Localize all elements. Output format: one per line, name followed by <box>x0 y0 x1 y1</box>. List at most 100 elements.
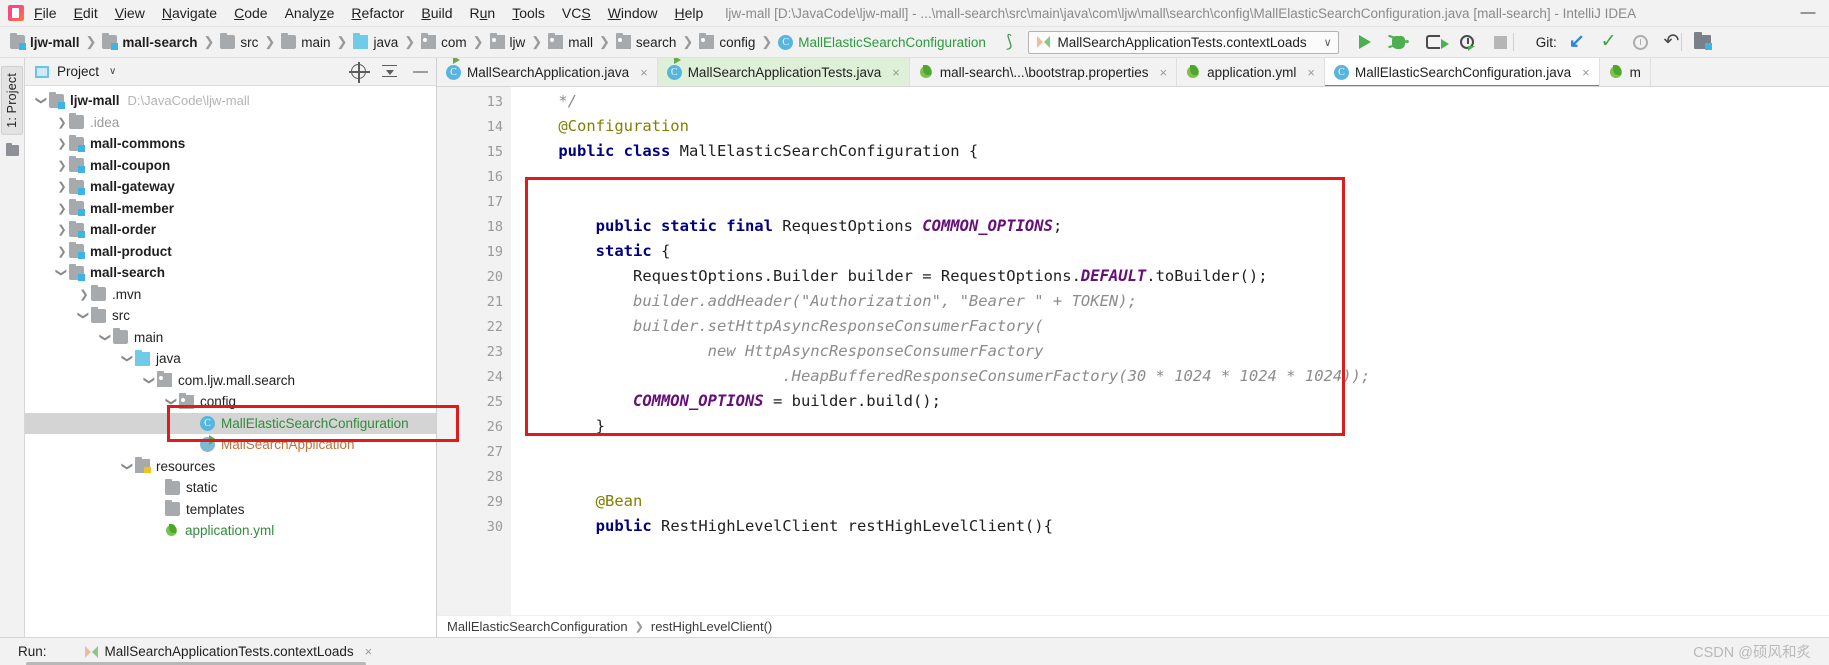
back-navigation-arrow-icon[interactable]: ⟆ <box>1006 33 1013 50</box>
profile-button[interactable] <box>1457 32 1477 52</box>
breadcrumb-ljw[interactable]: ljw <box>488 33 528 50</box>
breadcrumb-com[interactable]: com <box>419 33 469 50</box>
twisty-icon[interactable] <box>35 94 49 107</box>
close-icon[interactable]: × <box>640 65 648 80</box>
breadcrumb-ljw-mall[interactable]: ljw-mall <box>8 33 82 50</box>
minimize-button[interactable]: — <box>1795 5 1821 20</box>
close-icon[interactable]: × <box>1159 65 1167 80</box>
tree-node-main[interactable]: main <box>25 327 436 349</box>
collapse-all-icon[interactable] <box>382 64 397 79</box>
tree-node-mall-coupon[interactable]: mall-coupon <box>25 155 436 177</box>
editor-gutter[interactable]: 13 14 15 16 17 18 19 20 21 22 23 24 25 2… <box>437 87 511 615</box>
run-configuration-selector[interactable]: MallSearchApplicationTests.contextLoads … <box>1028 30 1339 54</box>
breadcrumb-java[interactable]: java <box>351 33 400 50</box>
menu-code[interactable]: Code <box>234 5 267 21</box>
tree-node-package[interactable]: com.ljw.mall.search <box>25 370 436 392</box>
twisty-icon[interactable] <box>55 202 69 215</box>
run-with-coverage-button[interactable] <box>1423 32 1449 52</box>
menu-vcs[interactable]: VCS <box>562 5 591 21</box>
commit-button[interactable]: ✓ <box>1601 32 1617 51</box>
twisty-icon[interactable] <box>55 159 69 172</box>
menu-file[interactable]: File <box>34 5 57 21</box>
twisty-icon[interactable] <box>77 288 91 301</box>
menu-view[interactable]: View <box>115 5 145 21</box>
twisty-icon[interactable] <box>77 309 91 322</box>
run-button[interactable] <box>1355 32 1375 52</box>
close-icon[interactable]: × <box>892 65 900 80</box>
twisty-icon[interactable] <box>121 460 135 473</box>
breadcrumb-class-name[interactable]: MallElasticSearchConfiguration <box>447 619 628 634</box>
breadcrumb-mall[interactable]: mall <box>546 33 595 50</box>
chevron-down-icon[interactable]: ∨ <box>109 66 116 77</box>
chevron-down-icon[interactable]: ∨ <box>1324 36 1332 49</box>
run-tab-contextloads[interactable]: MallSearchApplicationTests.contextLoads … <box>84 644 373 659</box>
tree-node-config[interactable]: config <box>25 391 436 413</box>
menu-build[interactable]: Build <box>421 5 452 21</box>
menu-refactor[interactable]: Refactor <box>351 5 404 21</box>
tree-node-application-yml[interactable]: application.yml <box>25 520 436 542</box>
tree-node-mall-product[interactable]: mall-product <box>25 241 436 263</box>
tree-node-mall-gateway[interactable]: mall-gateway <box>25 176 436 198</box>
menu-tools[interactable]: Tools <box>512 5 545 21</box>
tree-node-mallsearchapplication[interactable]: MallSearchApplication <box>25 434 436 456</box>
breadcrumb-class[interactable]: C MallElasticSearchConfiguration <box>776 34 988 50</box>
debug-button[interactable] <box>1389 32 1409 52</box>
update-project-button[interactable]: ↙ <box>1569 32 1585 51</box>
menu-navigate[interactable]: Navigate <box>162 5 217 21</box>
close-icon[interactable]: × <box>1582 65 1590 80</box>
tree-node-java[interactable]: java <box>25 348 436 370</box>
breadcrumb-src[interactable]: src <box>218 33 260 50</box>
twisty-icon[interactable] <box>55 137 69 150</box>
menu-edit[interactable]: Edit <box>74 5 98 21</box>
close-icon[interactable]: × <box>1307 65 1315 80</box>
tree-node-src[interactable]: src <box>25 305 436 327</box>
twisty-icon[interactable] <box>55 180 69 193</box>
history-button[interactable] <box>1632 34 1648 50</box>
tree-node-templates[interactable]: templates <box>25 499 436 521</box>
rollback-button[interactable]: ↶ <box>1664 32 1680 51</box>
tree-node-resources[interactable]: resources <box>25 456 436 478</box>
project-tree[interactable]: ljw-mall D:\JavaCode\ljw-mall .idea mall… <box>25 86 436 637</box>
select-opened-file-icon[interactable] <box>349 62 370 83</box>
twisty-icon[interactable] <box>55 223 69 236</box>
editor-tab-mallsearchapplicationtests[interactable]: C MallSearchApplicationTests.java × <box>657 58 910 86</box>
editor-tab-mallelasticsearchconfiguration[interactable]: C MallElasticSearchConfiguration.java × <box>1324 58 1600 86</box>
tree-node-mall-search[interactable]: mall-search <box>25 262 436 284</box>
tree-node-idea[interactable]: .idea <box>25 112 436 134</box>
code-editor[interactable]: 13 14 15 16 17 18 19 20 21 22 23 24 25 2… <box>437 87 1829 615</box>
breadcrumb-main[interactable]: main <box>279 33 332 50</box>
editor-tab-overflow[interactable]: m <box>1600 58 1651 86</box>
project-structure-icon[interactable] <box>1694 32 1713 50</box>
close-icon[interactable]: × <box>365 644 373 659</box>
breadcrumb-config[interactable]: config <box>697 33 757 50</box>
tree-node-mvn[interactable]: .mvn <box>25 284 436 306</box>
tree-node-mall-commons[interactable]: mall-commons <box>25 133 436 155</box>
sidebar-item-project[interactable]: 1: Project <box>1 66 23 135</box>
twisty-icon[interactable] <box>55 245 69 258</box>
hide-panel-icon[interactable]: — <box>413 64 428 79</box>
structure-tool-icon[interactable] <box>5 142 19 156</box>
twisty-icon[interactable] <box>121 352 135 365</box>
twisty-icon[interactable] <box>55 116 69 129</box>
tree-node-static[interactable]: static <box>25 477 436 499</box>
tree-node-ljw-mall[interactable]: ljw-mall D:\JavaCode\ljw-mall <box>25 90 436 112</box>
twisty-icon[interactable] <box>99 331 113 344</box>
code-content[interactable]: */ @Configuration public class MallElast… <box>511 87 1829 615</box>
tree-node-mall-member[interactable]: mall-member <box>25 198 436 220</box>
menu-help[interactable]: Help <box>675 5 704 21</box>
tree-node-mallelasticsearchconfiguration[interactable]: C MallElasticSearchConfiguration <box>25 412 436 434</box>
breadcrumb-mall-search[interactable]: mall-search <box>100 33 199 50</box>
breadcrumb-method-name[interactable]: restHighLevelClient() <box>651 619 772 634</box>
menu-run[interactable]: Run <box>470 5 496 21</box>
menu-bar[interactable]: File Edit View Navigate Code Analyze Ref… <box>34 5 703 21</box>
menu-window[interactable]: Window <box>608 5 658 21</box>
menu-analyze[interactable]: Analyze <box>285 5 335 21</box>
tree-node-mall-order[interactable]: mall-order <box>25 219 436 241</box>
breadcrumb-search[interactable]: search <box>614 33 679 50</box>
twisty-icon[interactable] <box>55 266 69 279</box>
twisty-icon[interactable] <box>143 374 157 387</box>
stop-button[interactable] <box>1491 32 1511 52</box>
editor-tab-application-yml[interactable]: application.yml × <box>1177 58 1325 86</box>
editor-tab-bootstrap-properties[interactable]: mall-search\...\bootstrap.properties × <box>910 58 1178 86</box>
twisty-icon[interactable] <box>165 395 179 408</box>
